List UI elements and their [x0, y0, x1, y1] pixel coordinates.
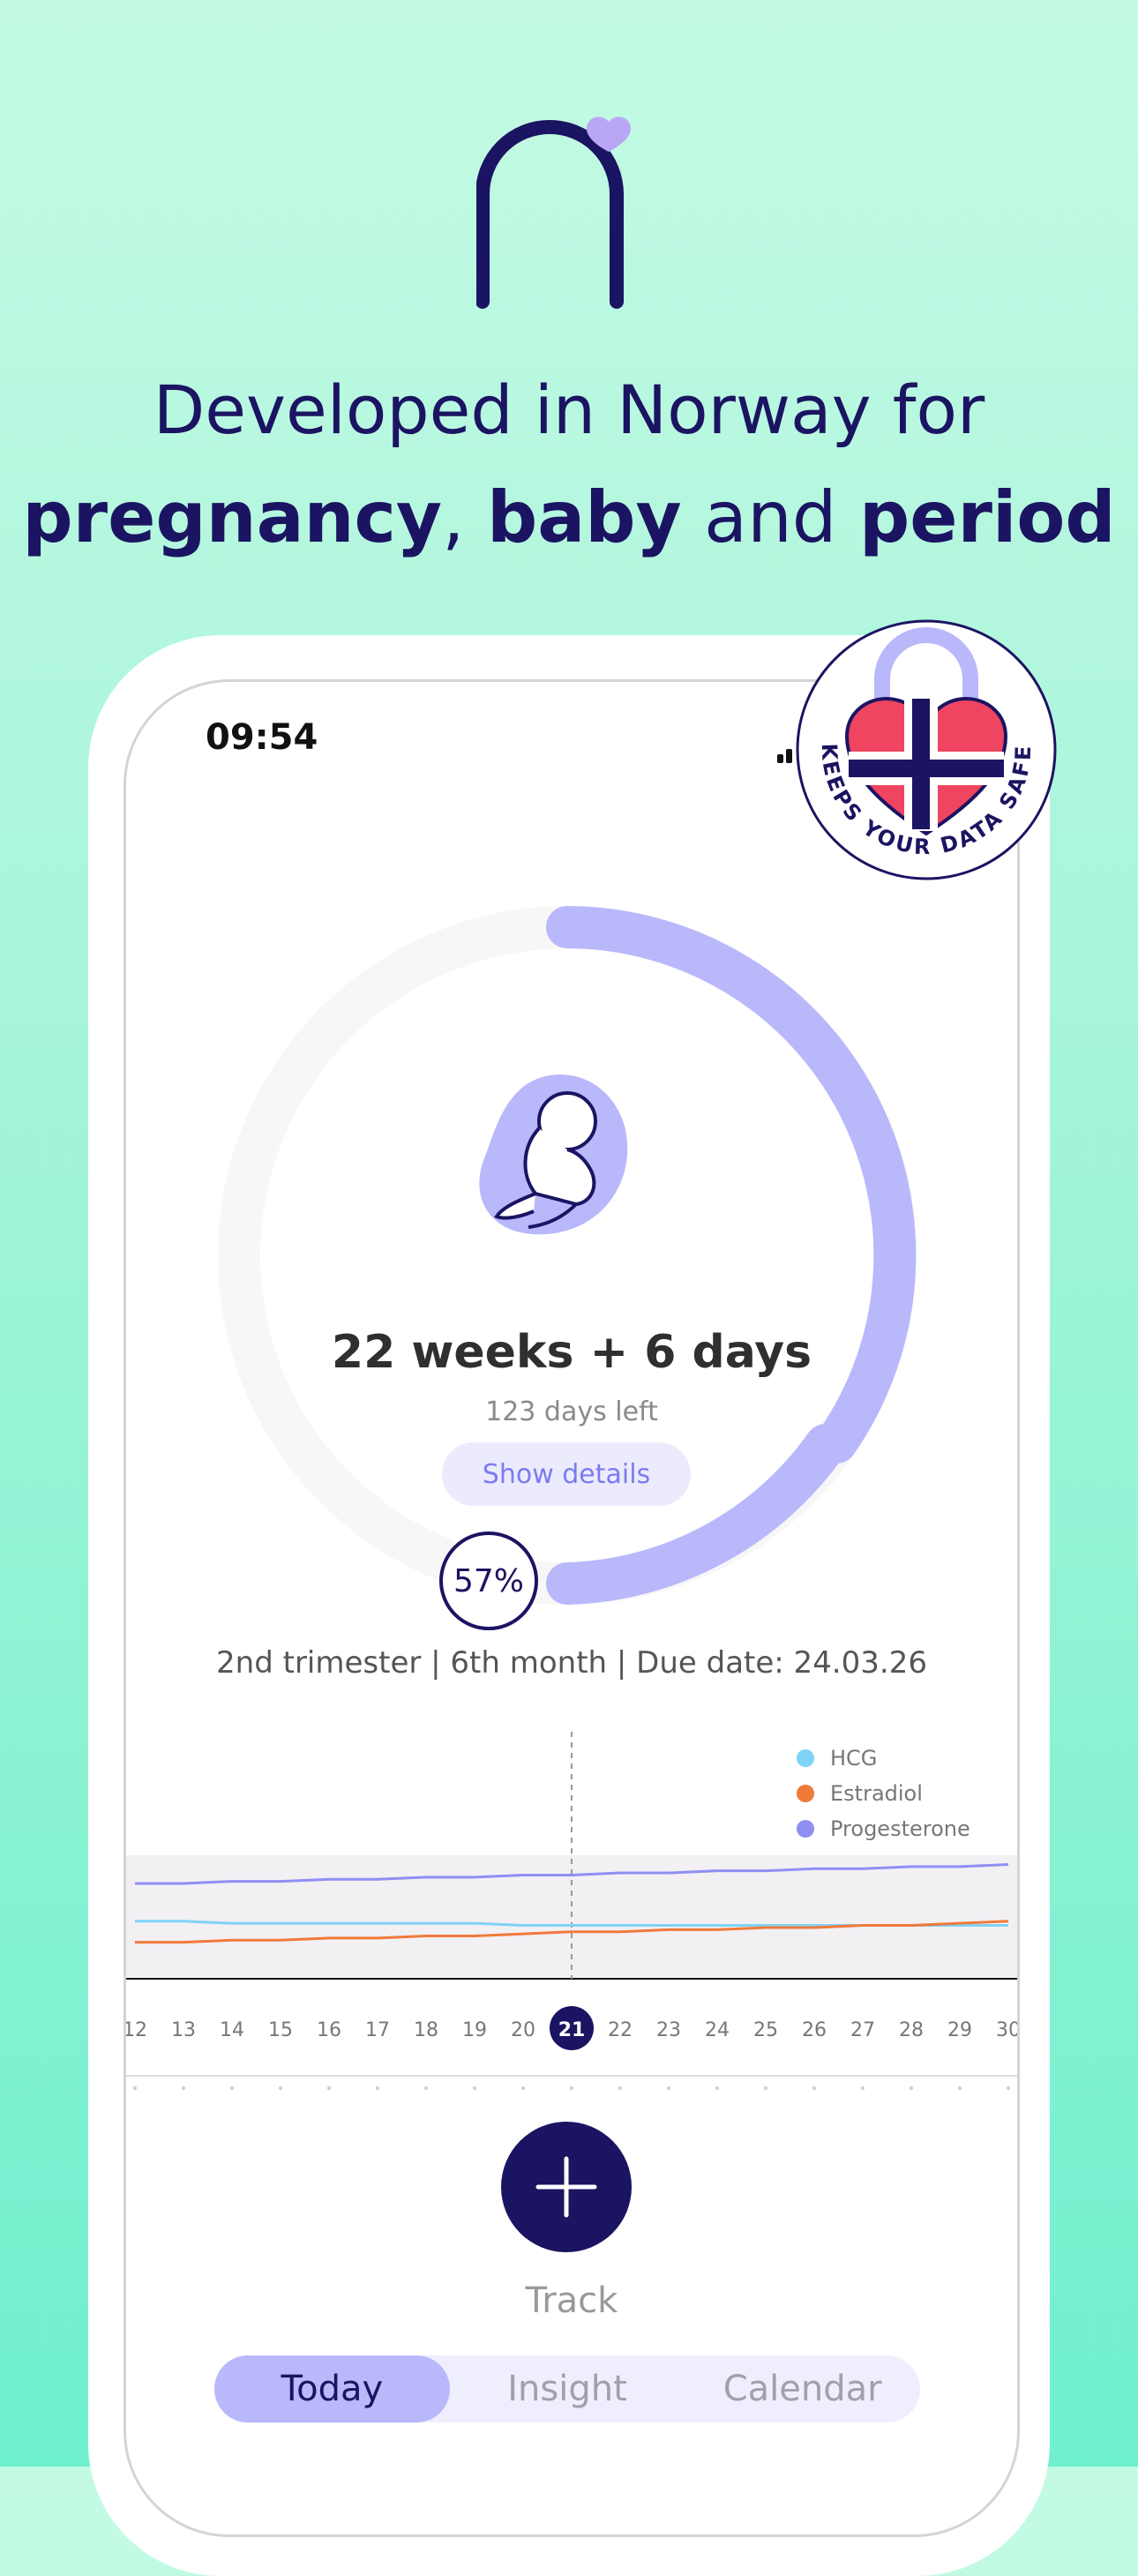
day-dot — [182, 2086, 185, 2090]
day-tick-label[interactable]: 14 — [220, 2019, 244, 2041]
day-dot — [667, 2086, 670, 2090]
track-button[interactable] — [501, 2122, 632, 2252]
bottom-tab-bar: Today Insight Calendar — [214, 2355, 920, 2422]
baby-icon — [479, 1075, 628, 1235]
legend-label: HCG — [830, 1746, 878, 1771]
day-dot — [1007, 2086, 1010, 2090]
day-tick-label[interactable]: 29 — [947, 2019, 972, 2041]
day-dot — [376, 2086, 379, 2090]
day-tick-label[interactable]: 24 — [705, 2019, 730, 2041]
headline-period: period — [858, 476, 1116, 558]
day-tick-label[interactable]: 15 — [268, 2019, 293, 2041]
day-dot — [861, 2086, 865, 2090]
days-left: 123 days left — [485, 1397, 658, 1427]
trimester-info: 2nd trimester | 6th month | Due date: 24… — [216, 1645, 927, 1681]
legend-label: Progesterone — [830, 1816, 970, 1841]
day-dot — [958, 2086, 962, 2090]
day-tick-label[interactable]: 12 — [126, 2019, 147, 2041]
day-dot — [618, 2086, 622, 2090]
day-tick-label[interactable]: 17 — [365, 2019, 390, 2041]
day-dot — [424, 2086, 428, 2090]
day-tick-label[interactable]: 22 — [608, 2019, 633, 2041]
day-dot — [473, 2086, 476, 2090]
day-dot — [133, 2086, 137, 2090]
headline-line-1: Developed in Norway for — [0, 371, 1138, 449]
track-label: Track — [525, 2280, 618, 2321]
progress-percent-badge: 57% — [439, 1531, 538, 1630]
headline-baby: baby — [486, 476, 682, 558]
day-dot — [570, 2086, 573, 2090]
pregnancy-week: 22 weeks + 6 days — [331, 1326, 812, 1379]
day-dot — [764, 2086, 767, 2090]
legend-dot — [797, 1785, 814, 1802]
day-tick-label[interactable]: 26 — [802, 2019, 827, 2041]
day-tick-label[interactable]: 19 — [462, 2019, 487, 2041]
day-tick-label[interactable]: 16 — [317, 2019, 341, 2041]
headline-pregnancy: pregnancy — [22, 476, 443, 558]
day-tick-label[interactable]: 18 — [414, 2019, 438, 2041]
legend-item: Estradiol — [797, 1776, 970, 1811]
keeps-data-safe-badge: KEEPS YOUR DATA SAFE — [796, 619, 1057, 880]
day-dot — [279, 2086, 282, 2090]
day-dot — [327, 2086, 331, 2090]
day-dot — [910, 2086, 913, 2090]
headline-separator-1: , — [442, 476, 487, 558]
headline-line-2: pregnancy, baby and period — [0, 476, 1138, 558]
status-time: 09:54 — [206, 717, 318, 758]
day-tick-label[interactable]: 21 — [558, 2019, 586, 2041]
day-tick-label[interactable]: 27 — [850, 2019, 875, 2041]
tab-today[interactable]: Today — [214, 2355, 450, 2422]
legend-item: Progesterone — [797, 1811, 970, 1846]
tab-calendar[interactable]: Calendar — [685, 2355, 920, 2422]
show-details-button[interactable]: Show details — [442, 1442, 691, 1506]
day-dot — [230, 2086, 234, 2090]
tab-insight[interactable]: Insight — [450, 2355, 685, 2422]
day-dot — [521, 2086, 525, 2090]
day-tick-label[interactable]: 25 — [753, 2019, 778, 2041]
day-tick-label[interactable]: 28 — [899, 2019, 924, 2041]
headline-separator-2: and — [681, 476, 859, 558]
legend-label: Estradiol — [830, 1781, 923, 1806]
day-tick-label[interactable]: 23 — [656, 2019, 681, 2041]
legend-item: HCG — [797, 1741, 970, 1776]
headline-text: Developed in Norway for — [153, 371, 985, 449]
app-logo — [476, 116, 631, 309]
legend-dot — [797, 1820, 814, 1838]
legend-dot — [797, 1749, 814, 1767]
plus-icon — [535, 2156, 597, 2218]
day-tick-label[interactable]: 20 — [511, 2019, 535, 2041]
phone-screen: 09:54 22 weeks + 6 days 123 days left Sh… — [124, 679, 1020, 2537]
day-tick-label[interactable]: 13 — [171, 2019, 196, 2041]
day-dot — [812, 2086, 816, 2090]
day-tick-label[interactable]: 30 — [996, 2019, 1017, 2041]
chart-legend: HCG Estradiol Progesterone — [797, 1741, 970, 1846]
day-dot — [715, 2086, 719, 2090]
